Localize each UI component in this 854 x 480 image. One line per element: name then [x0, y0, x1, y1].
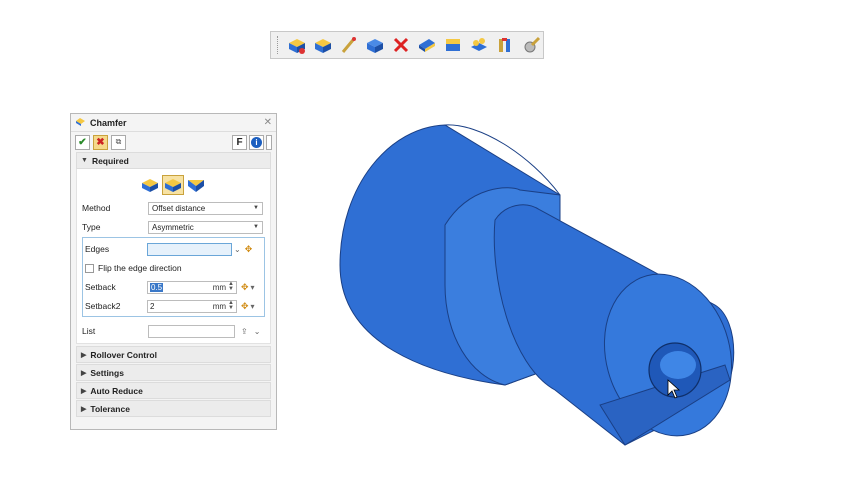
method-label: Method	[82, 203, 111, 213]
stepped-shaft-part[interactable]	[330, 115, 740, 450]
action-row: ✔ ✖ ⧉ F i	[71, 132, 276, 152]
chevron-down-icon[interactable]: ▾	[251, 302, 255, 311]
chamfer-mode-3-icon[interactable]	[185, 175, 207, 195]
f-button[interactable]: F	[232, 134, 247, 150]
edge-group: Edges ⌄ ✥ Flip the edge direction Setbac…	[82, 237, 265, 317]
collapse-arrow-icon: ▼	[81, 157, 88, 164]
chamfer-mode-2-icon[interactable]	[162, 175, 184, 195]
expand-arrow-icon: ▶	[81, 369, 87, 377]
double-chevron-icon[interactable]: ⌄	[234, 245, 241, 254]
import-icon[interactable]: ⇪	[241, 327, 248, 336]
setback-input[interactable]: 0.5 mm ▲ ▼	[147, 280, 237, 294]
method-select[interactable]: Offset distance ▼	[148, 201, 263, 215]
panel-title: Chamfer	[90, 117, 127, 128]
setback-row: Setback 0.5 mm ▲ ▼ ✥ ▾	[85, 280, 262, 294]
required-section-header[interactable]: ▼ Required	[76, 152, 271, 169]
chamfer-title-icon	[75, 117, 86, 129]
setback-unit: mm	[212, 282, 227, 292]
f-button-label: F	[236, 136, 243, 148]
edges-label: Edges	[85, 244, 110, 254]
shell-icon[interactable]	[441, 34, 465, 56]
setback2-unit: mm	[212, 301, 227, 311]
panel-titlebar: Chamfer ✕	[71, 114, 276, 132]
chamfer-mode-group	[139, 175, 207, 195]
chamfer-icon[interactable]	[285, 34, 309, 56]
toolbar-grip[interactable]	[277, 36, 280, 54]
check-icon: ✔	[78, 136, 87, 148]
pattern-icon[interactable]	[467, 34, 491, 56]
auto-reduce-label: Auto Reduce	[90, 385, 143, 396]
wand-icon[interactable]	[337, 34, 361, 56]
spinner-icon[interactable]: ▲ ▼	[228, 300, 234, 311]
pick-icon[interactable]: ✥	[241, 282, 249, 293]
chevron-down-icon: ▼	[253, 205, 259, 211]
x-icon: ✖	[96, 136, 105, 148]
info-button[interactable]: i	[249, 134, 264, 150]
settings-icon[interactable]	[519, 34, 543, 56]
method-value: Offset distance	[152, 203, 206, 213]
edges-row: Edges ⌄ ✥	[85, 242, 262, 256]
double-chevron-icon[interactable]: ⌄	[254, 327, 261, 336]
rollover-control-section[interactable]: ▶ Rollover Control	[76, 346, 271, 363]
apply-button[interactable]: ⧉	[111, 134, 126, 150]
method-row: Method Offset distance ▼	[82, 201, 265, 215]
setback2-label: Setback2	[85, 301, 121, 311]
spinner-icon[interactable]: ▲ ▼	[228, 281, 234, 292]
setback2-input[interactable]: 2 mm ▲ ▼	[147, 299, 237, 313]
required-section-body: Method Offset distance ▼ Type Asymmetric…	[76, 169, 271, 344]
auto-reduce-section[interactable]: ▶ Auto Reduce	[76, 382, 271, 399]
close-icon[interactable]: ✕	[264, 117, 272, 128]
flip-label: Flip the edge direction	[98, 263, 182, 273]
list-row: List ⇪ ⌄	[82, 324, 265, 338]
ok-button[interactable]: ✔	[75, 134, 90, 150]
type-select[interactable]: Asymmetric ▼	[148, 220, 263, 234]
tools-icon[interactable]	[493, 34, 517, 56]
chevron-down-icon: ▼	[253, 224, 259, 230]
top-toolbar	[270, 31, 544, 59]
tolerance-label: Tolerance	[90, 403, 130, 414]
list-input[interactable]	[148, 324, 235, 338]
chamfer-mode-1-icon[interactable]	[139, 175, 161, 195]
type-label: Type	[82, 222, 101, 232]
setback2-value: 2	[150, 301, 155, 311]
expand-arrow-icon: ▶	[81, 387, 87, 395]
3d-viewport[interactable]	[330, 115, 740, 450]
required-label: Required	[91, 155, 129, 166]
expand-arrow-icon: ▶	[81, 351, 87, 359]
solid-icon[interactable]	[363, 34, 387, 56]
tolerance-section[interactable]: ▶ Tolerance	[76, 400, 271, 417]
flip-row: Flip the edge direction	[85, 261, 262, 275]
face-icon[interactable]	[415, 34, 439, 56]
list-label: List	[82, 326, 96, 336]
delete-icon[interactable]	[389, 34, 413, 56]
setback-value: 0.5	[150, 282, 164, 292]
settings-section[interactable]: ▶ Settings	[76, 364, 271, 381]
setback2-row: Setback2 2 mm ▲ ▼ ✥ ▾	[85, 299, 262, 313]
info-icon: i	[251, 136, 262, 148]
pick-icon[interactable]: ✥	[241, 301, 249, 312]
edges-input[interactable]	[147, 242, 232, 256]
chevron-down-icon[interactable]: ▾	[251, 283, 255, 292]
pin-icon[interactable]	[266, 134, 272, 150]
flip-checkbox[interactable]	[85, 263, 94, 273]
fillet-icon[interactable]	[311, 34, 335, 56]
cancel-button[interactable]: ✖	[93, 134, 108, 150]
rollover-control-label: Rollover Control	[90, 349, 157, 360]
apply-icon: ⧉	[115, 137, 122, 146]
pick-icon[interactable]: ✥	[245, 244, 253, 255]
chamfer-panel: Chamfer ✕ ✔ ✖ ⧉ F i ▼ Required Method Of…	[70, 113, 277, 430]
settings-label: Settings	[90, 367, 124, 378]
type-value: Asymmetric	[152, 222, 194, 232]
setback-label: Setback	[85, 282, 116, 292]
expand-arrow-icon: ▶	[81, 405, 87, 413]
type-row: Type Asymmetric ▼	[82, 220, 265, 234]
